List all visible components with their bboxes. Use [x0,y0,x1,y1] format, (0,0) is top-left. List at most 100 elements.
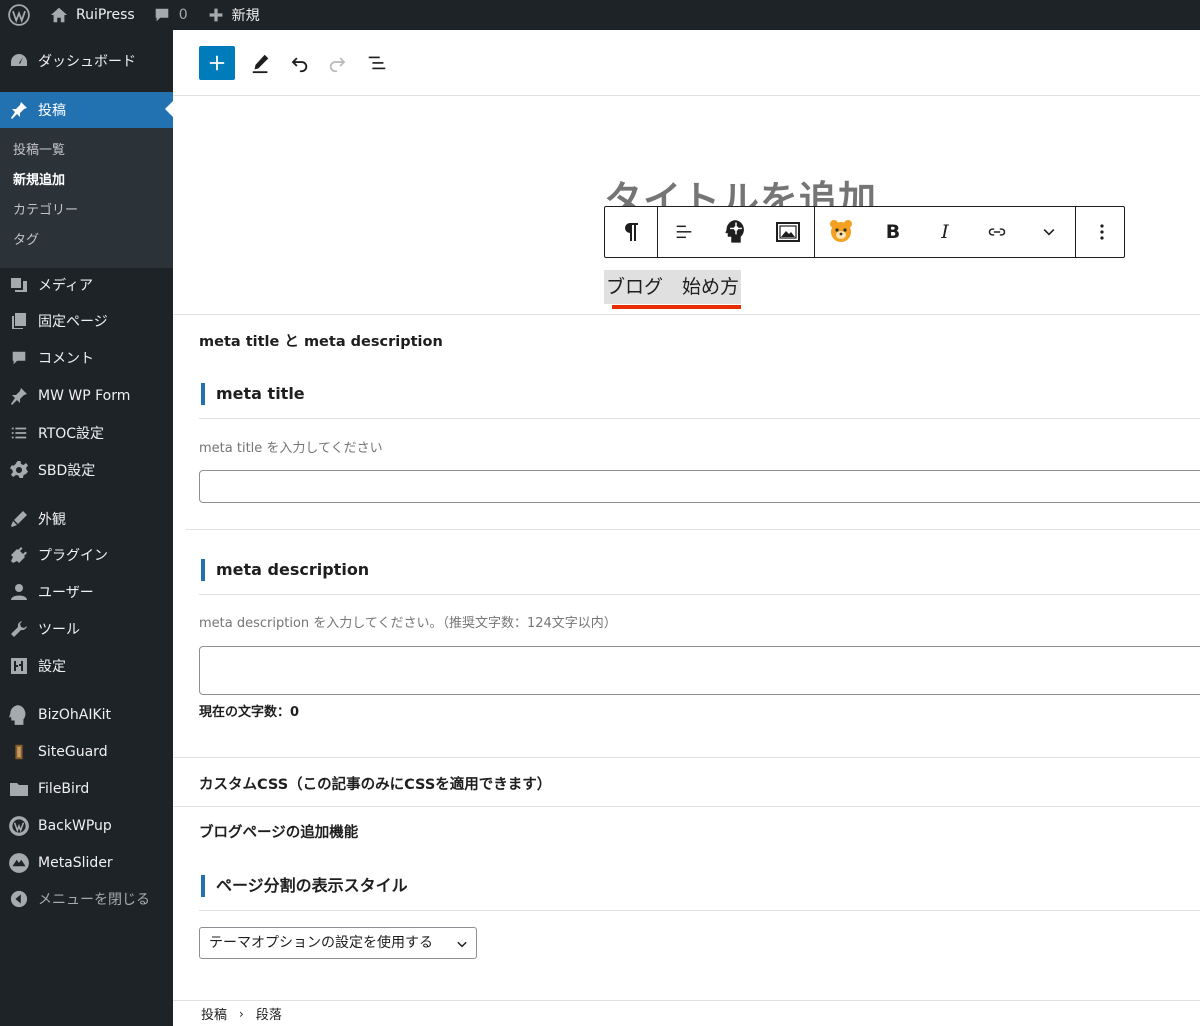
menu-filebird[interactable]: FileBird [0,771,173,807]
meta-description-textarea[interactable] [199,646,1200,695]
menu-users[interactable]: ユーザー [0,574,173,610]
align-left-icon [676,225,692,239]
ai-head-icon [725,220,744,243]
divider [199,910,1200,911]
menu-plugins[interactable]: プラグイン [0,537,173,573]
backwpup-icon [0,815,38,837]
pagination-style-select[interactable]: テーマオプションの設定を使用する [199,927,477,959]
menu-siteguard[interactable]: SiteGuard [0,734,173,770]
divider [199,418,1200,419]
list-view-icon [368,56,386,70]
menu-appearance[interactable]: 外観 [0,501,173,537]
submenu-categories[interactable]: カテゴリー [13,200,78,222]
link-icon [988,228,1006,236]
menu-label: SBD設定 [38,463,96,479]
more-formats-button[interactable] [1023,207,1075,257]
breadcrumb-paragraph[interactable]: 段落 [256,1004,282,1023]
comment-icon [0,349,38,367]
paragraph-block[interactable]: ブログ 始め方 [604,270,742,304]
menu-label: SiteGuard [38,744,108,760]
dashboard-icon [0,51,38,71]
divider [186,529,1200,530]
align-button[interactable] [658,207,710,257]
menu-label: ダッシュボード [38,54,136,70]
site-name-link[interactable]: RuiPress [42,0,143,30]
breadcrumb-posts[interactable]: 投稿 [201,1004,227,1023]
plus-icon [209,8,223,22]
site-name: RuiPress [76,7,135,23]
menu-label: ユーザー [38,585,94,601]
ai-head-button[interactable] [710,207,762,257]
sliders-icon [0,656,38,676]
tools-button[interactable] [243,46,279,80]
menu-label: FileBird [38,781,90,797]
meta-title-input[interactable] [199,470,1200,503]
menu-label: プラグイン [38,548,108,564]
head-icon [0,704,38,726]
menu-collapse[interactable]: メニューを閉じる [0,881,173,917]
submenu-tags[interactable]: タグ [13,230,39,252]
admin-sidebar: ダッシュボード 投稿 投稿一覧 新規追加 カテゴリー タグ メディア 固定ページ… [0,30,173,1026]
comments-link[interactable]: 0 [145,0,196,30]
menu-mw-wp-form[interactable]: MW WP Form [0,378,173,414]
menu-metaslider[interactable]: MetaSlider [0,845,173,881]
meta-title-heading: meta title [201,383,305,405]
pin-icon [0,386,38,406]
pilcrow-icon [625,223,638,241]
menu-tools[interactable]: ツール [0,611,173,647]
editor-header-toolbar [173,30,1200,96]
block-options-button[interactable] [1076,207,1128,257]
meta-title-help: meta title を入力してください [199,441,383,456]
brush-icon [0,509,38,529]
menu-label: ツール [38,622,80,638]
gear-icon [0,460,38,480]
paragraph-block-button[interactable] [605,207,657,257]
menu-backwpup[interactable]: BackWPup [0,808,173,844]
options-group [1076,207,1128,257]
undo-icon [291,57,308,73]
divider [199,594,1200,595]
divider [173,806,1200,807]
folder-icon [0,779,38,799]
menu-rtoc[interactable]: RTOC設定 [0,415,173,451]
image-frame-icon [776,222,800,242]
italic-button[interactable]: I [919,207,971,257]
menu-media[interactable]: メディア [0,267,173,303]
menu-label: 設定 [38,659,66,675]
menu-posts[interactable]: 投稿 [0,92,173,128]
menu-comments[interactable]: コメント [0,340,173,376]
submenu-all-posts[interactable]: 投稿一覧 [13,140,65,162]
menu-pages[interactable]: 固定ページ [0,303,173,339]
block-inserter-button[interactable] [199,46,235,80]
undo-button[interactable] [281,46,317,80]
pin-icon [0,100,38,120]
custom-css-box-title[interactable]: カスタムCSS（この記事のみにCSSを適用できます） [199,773,551,794]
menu-sbd[interactable]: SBD設定 [0,452,173,488]
metaslider-icon [0,852,38,874]
document-overview-button[interactable] [359,46,395,80]
mascot-button[interactable] [815,207,867,257]
plugin-icon [0,545,38,565]
blog-extra-box-title[interactable]: ブログページの追加機能 [199,821,358,842]
meta-box-title[interactable]: meta title と meta description [199,330,443,351]
menu-settings[interactable]: 設定 [0,648,173,684]
breadcrumb-separator-icon: › [239,1006,244,1021]
comment-icon [155,8,169,22]
redo-icon [329,57,346,73]
new-content-link[interactable]: 新規 [200,0,268,30]
pagination-style-heading: ページ分割の表示スタイル [201,875,408,897]
menu-dashboard[interactable]: ダッシュボード [0,43,173,79]
bold-button[interactable]: B [867,207,919,257]
link-button[interactable] [971,207,1023,257]
meta-description-char-count: 現在の文字数：0 [199,705,300,720]
image-frame-button[interactable] [762,207,814,257]
pagination-style-selected: テーマオプションの設定を使用する [209,935,433,951]
redo-button[interactable] [320,46,356,80]
submenu-add-new[interactable]: 新規追加 [13,170,65,192]
block-type-group [605,207,658,257]
chevron-down-icon [1043,229,1055,236]
menu-label: MetaSlider [38,855,113,871]
menu-bizohaikit[interactable]: BizOhAIKit [0,697,173,733]
menu-label: MW WP Form [38,388,131,404]
wordpress-logo-icon[interactable] [0,0,42,30]
